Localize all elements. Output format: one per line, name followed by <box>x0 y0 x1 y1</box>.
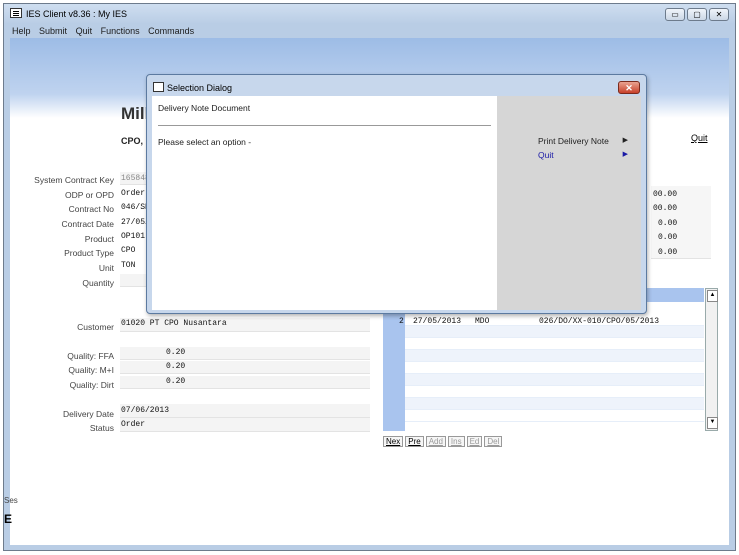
chevron-right-icon: ▶ <box>622 137 628 144</box>
session-panel: Ses E <box>4 494 18 539</box>
scroll-down-icon[interactable]: ▼ <box>707 417 718 429</box>
title-bar[interactable]: IES Client v8.36 : My IES ▭ ▢ ✕ <box>4 4 735 24</box>
option-label: Quit <box>538 150 554 160</box>
dialog-content: Delivery Note Document Please select an … <box>152 96 497 310</box>
option-quit[interactable]: Quit ▶ <box>538 150 628 160</box>
grid-type: MDO <box>475 317 490 326</box>
product-value[interactable]: OP101 <box>121 232 146 241</box>
table-row[interactable] <box>405 326 704 338</box>
table-row[interactable] <box>405 362 704 374</box>
session-label: Ses <box>4 496 18 505</box>
menu-commands[interactable]: Commands <box>148 24 194 38</box>
minimize-button[interactable]: ▭ <box>665 8 685 21</box>
app-icon <box>10 8 22 18</box>
delivery-date-value: 07/06/2013 <box>121 406 170 415</box>
label-status: Status <box>89 423 114 433</box>
delete-button[interactable]: Del <box>484 436 503 447</box>
options-panel: Print Delivery Note ▶ Quit ▶ <box>497 96 641 310</box>
scroll-up-icon[interactable]: ▲ <box>707 290 718 302</box>
label-quality-ffa: Quality: FFA <box>67 351 114 361</box>
right-value-4: 0.00 <box>658 233 678 242</box>
window-title: IES Client v8.36 : My IES <box>26 9 128 19</box>
quality-ffa-value: 0.20 <box>166 348 186 357</box>
prompt-text: Please select an option - <box>158 137 252 147</box>
quality-dirt-value: 0.20 <box>166 377 186 386</box>
menu-bar: Help Submit Quit Functions Commands <box>4 24 735 38</box>
table-row[interactable] <box>405 410 704 422</box>
right-value-5: 0.00 <box>658 248 678 257</box>
grid-row-number: 2 <box>399 317 404 326</box>
quit-link[interactable]: Quit <box>691 133 708 143</box>
previous-button[interactable]: Pre <box>405 436 424 447</box>
unit-value[interactable]: TON <box>121 261 136 270</box>
label-contract-no: Contract No <box>68 204 114 214</box>
dialog-body: Delivery Note Document Please select an … <box>152 96 641 310</box>
label-quantity: Quantity <box>82 278 114 288</box>
menu-functions[interactable]: Functions <box>101 24 140 38</box>
grid-scrollbar[interactable]: ▲ ▼ <box>705 288 718 431</box>
table-row[interactable] <box>405 350 704 362</box>
grid-date: 27/05/2013 <box>413 317 462 326</box>
next-button[interactable]: Nex <box>383 436 404 447</box>
option-print-delivery-note[interactable]: Print Delivery Note ▶ <box>538 136 628 146</box>
right-value-3: 0.00 <box>658 219 678 228</box>
table-row[interactable] <box>405 338 704 350</box>
label-product-type: Product Type <box>64 248 114 258</box>
table-row[interactable] <box>405 374 704 386</box>
customer-value: 01020 PT CPO Nusantara <box>121 319 227 328</box>
label-quality-dirt: Quality: Dirt <box>69 380 114 390</box>
label-product: Product <box>84 234 114 244</box>
chevron-right-icon: ▶ <box>622 151 628 158</box>
selection-dialog: Selection Dialog ✕ Delivery Note Documen… <box>146 74 647 314</box>
right-value-2: 00.00 <box>653 204 678 213</box>
quality-mi-value: 0.20 <box>166 362 186 371</box>
label-system-contract-key: System Contract Key <box>34 175 114 185</box>
edit-button[interactable]: Ed <box>466 436 483 447</box>
divider <box>158 125 491 126</box>
close-button[interactable]: ✕ <box>709 8 729 21</box>
menu-quit[interactable]: Quit <box>76 24 93 38</box>
option-label: Print Delivery Note <box>538 136 609 146</box>
table-row[interactable] <box>405 398 704 410</box>
right-value-1: 00.00 <box>653 190 678 199</box>
session-glyph[interactable]: E <box>4 512 12 526</box>
quality-dirt-field[interactable] <box>120 376 370 389</box>
maximize-button[interactable]: ▢ <box>687 8 707 21</box>
label-customer: Customer <box>77 322 114 332</box>
insert-button[interactable]: Ins <box>447 436 465 447</box>
label-contract-date: Contract Date <box>61 219 114 229</box>
add-button[interactable]: Add <box>425 436 446 447</box>
quality-ffa-field[interactable] <box>120 347 370 360</box>
status-value: Order <box>121 420 146 429</box>
table-row[interactable] <box>405 386 704 398</box>
menu-submit[interactable]: Submit <box>39 24 67 38</box>
label-odp-or-opd: ODP or OPD <box>65 190 114 200</box>
grid-nav-buttons: Nex Pre Add Ins Ed Del <box>383 436 503 447</box>
menu-help[interactable]: Help <box>12 24 31 38</box>
grid-doc: 026/DO/XX-010/CPO/05/2013 <box>539 317 660 326</box>
dialog-close-icon[interactable]: ✕ <box>618 81 640 94</box>
dialog-title: Selection Dialog <box>167 83 233 93</box>
label-delivery-date: Delivery Date <box>62 409 114 419</box>
product-type-value[interactable]: CPO <box>121 246 136 255</box>
status-field[interactable] <box>120 418 370 432</box>
dialog-app-icon <box>153 82 164 92</box>
label-quality-mi: Quality: M+I <box>68 365 114 375</box>
document-label: Delivery Note Document <box>158 103 251 113</box>
quality-mi-field[interactable] <box>120 361 370 374</box>
label-unit: Unit <box>98 263 114 273</box>
